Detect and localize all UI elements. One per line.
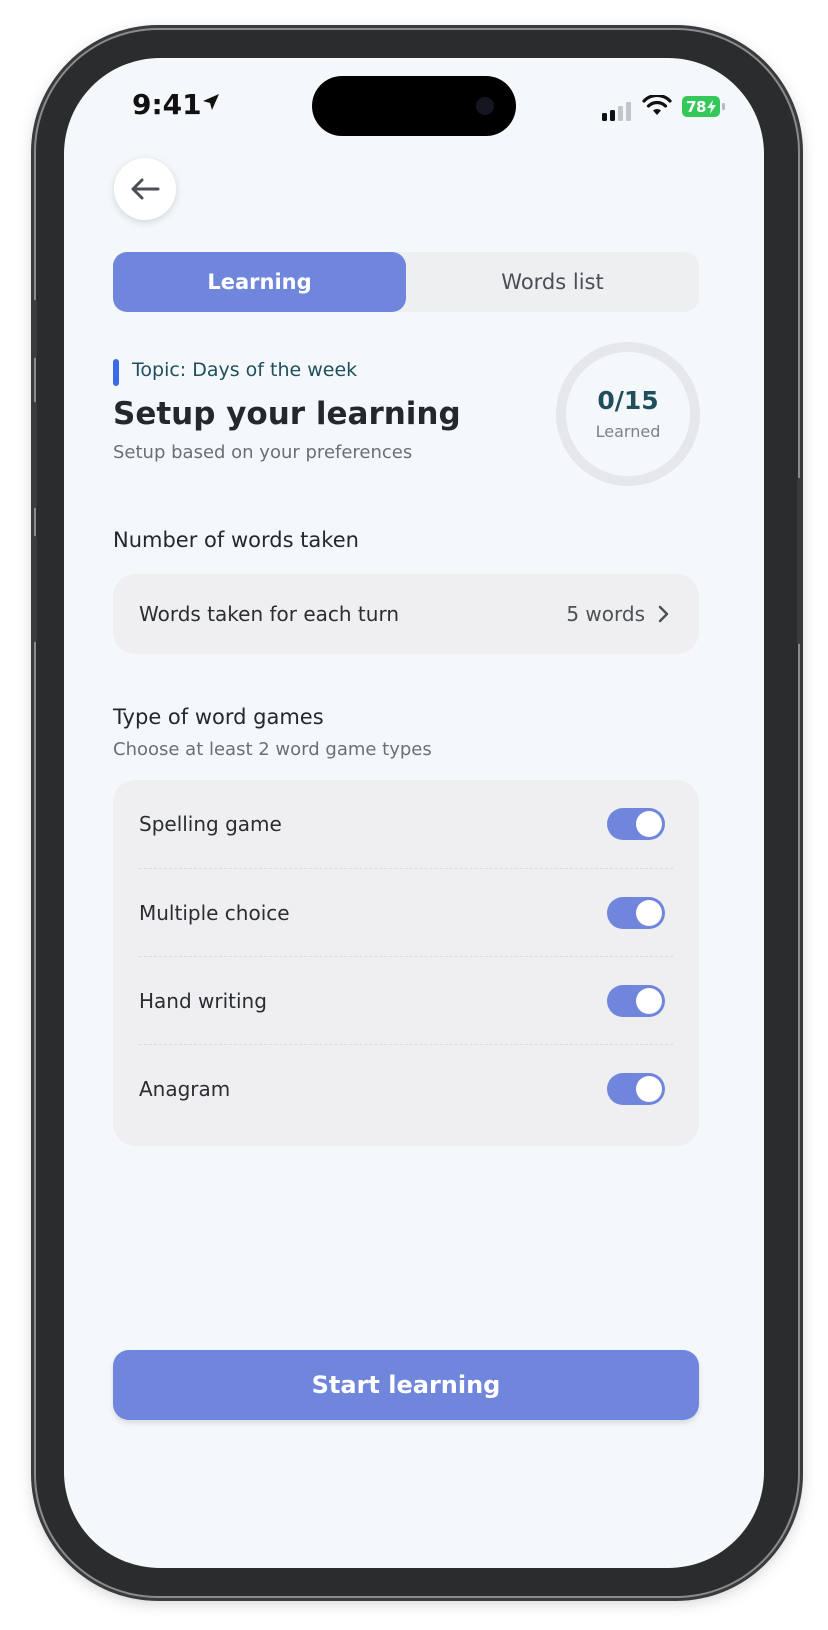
charging-bolt-icon bbox=[706, 99, 716, 114]
anagram-toggle[interactable] bbox=[607, 1072, 665, 1105]
games-section-subheading: Choose at least 2 word game types bbox=[113, 739, 432, 760]
hand-writing-toggle[interactable] bbox=[607, 984, 665, 1017]
tab-words-list[interactable]: Words list bbox=[406, 252, 699, 312]
volume-up-button bbox=[32, 402, 37, 508]
words-section-heading: Number of words taken bbox=[113, 528, 359, 552]
toggle-knob bbox=[636, 899, 662, 926]
back-button[interactable] bbox=[114, 158, 176, 220]
toggle-knob bbox=[636, 811, 662, 837]
battery-level: 78 bbox=[686, 97, 706, 116]
arrow-left-icon bbox=[131, 178, 160, 200]
start-learning-button[interactable]: Start learning bbox=[113, 1350, 699, 1420]
page-title: Setup your learning bbox=[113, 396, 461, 432]
power-button bbox=[797, 478, 802, 644]
page-subtitle: Setup based on your preferences bbox=[113, 442, 413, 463]
dynamic-island bbox=[312, 76, 516, 136]
game-types-list: Spelling game Multiple choice Hand writi… bbox=[113, 780, 699, 1146]
game-row-hand-writing: Hand writing bbox=[139, 956, 673, 1044]
words-per-turn-label: Words taken for each turn bbox=[139, 602, 399, 626]
game-row-spelling: Spelling game bbox=[139, 780, 673, 868]
topic-marker bbox=[113, 359, 119, 386]
games-section-heading: Type of word games bbox=[113, 705, 324, 729]
battery-indicator: 78 bbox=[682, 96, 720, 117]
tab-learning[interactable]: Learning bbox=[113, 252, 406, 312]
game-label: Anagram bbox=[139, 1076, 231, 1101]
spelling-game-toggle[interactable] bbox=[607, 808, 665, 840]
volume-down-button bbox=[32, 536, 37, 642]
game-label: Spelling game bbox=[139, 812, 282, 836]
toggle-knob bbox=[636, 987, 662, 1014]
screen: 9:41 78 Learning Words list Topic: Days … bbox=[64, 58, 764, 1568]
words-per-turn-row[interactable]: Words taken for each turn 5 words bbox=[113, 574, 699, 654]
chevron-right-icon bbox=[658, 605, 669, 623]
location-arrow-icon bbox=[203, 94, 219, 110]
multiple-choice-toggle[interactable] bbox=[607, 896, 665, 929]
game-row-multiple-choice: Multiple choice bbox=[139, 868, 673, 956]
action-button bbox=[32, 300, 37, 358]
progress-value: 0/15 bbox=[597, 386, 659, 415]
topic-label: Topic: Days of the week bbox=[132, 359, 358, 381]
game-label: Multiple choice bbox=[139, 900, 290, 925]
front-camera bbox=[476, 97, 494, 115]
wifi-icon bbox=[642, 95, 672, 115]
game-label: Hand writing bbox=[139, 988, 267, 1013]
status-time: 9:41 bbox=[132, 88, 202, 121]
mode-segmented-control: Learning Words list bbox=[113, 252, 699, 312]
toggle-knob bbox=[636, 1075, 662, 1102]
words-per-turn-value: 5 words bbox=[566, 602, 645, 626]
progress-label: Learned bbox=[595, 422, 661, 441]
cellular-signal-icon bbox=[602, 102, 631, 121]
game-row-anagram: Anagram bbox=[139, 1044, 673, 1132]
battery-cap bbox=[722, 103, 725, 110]
